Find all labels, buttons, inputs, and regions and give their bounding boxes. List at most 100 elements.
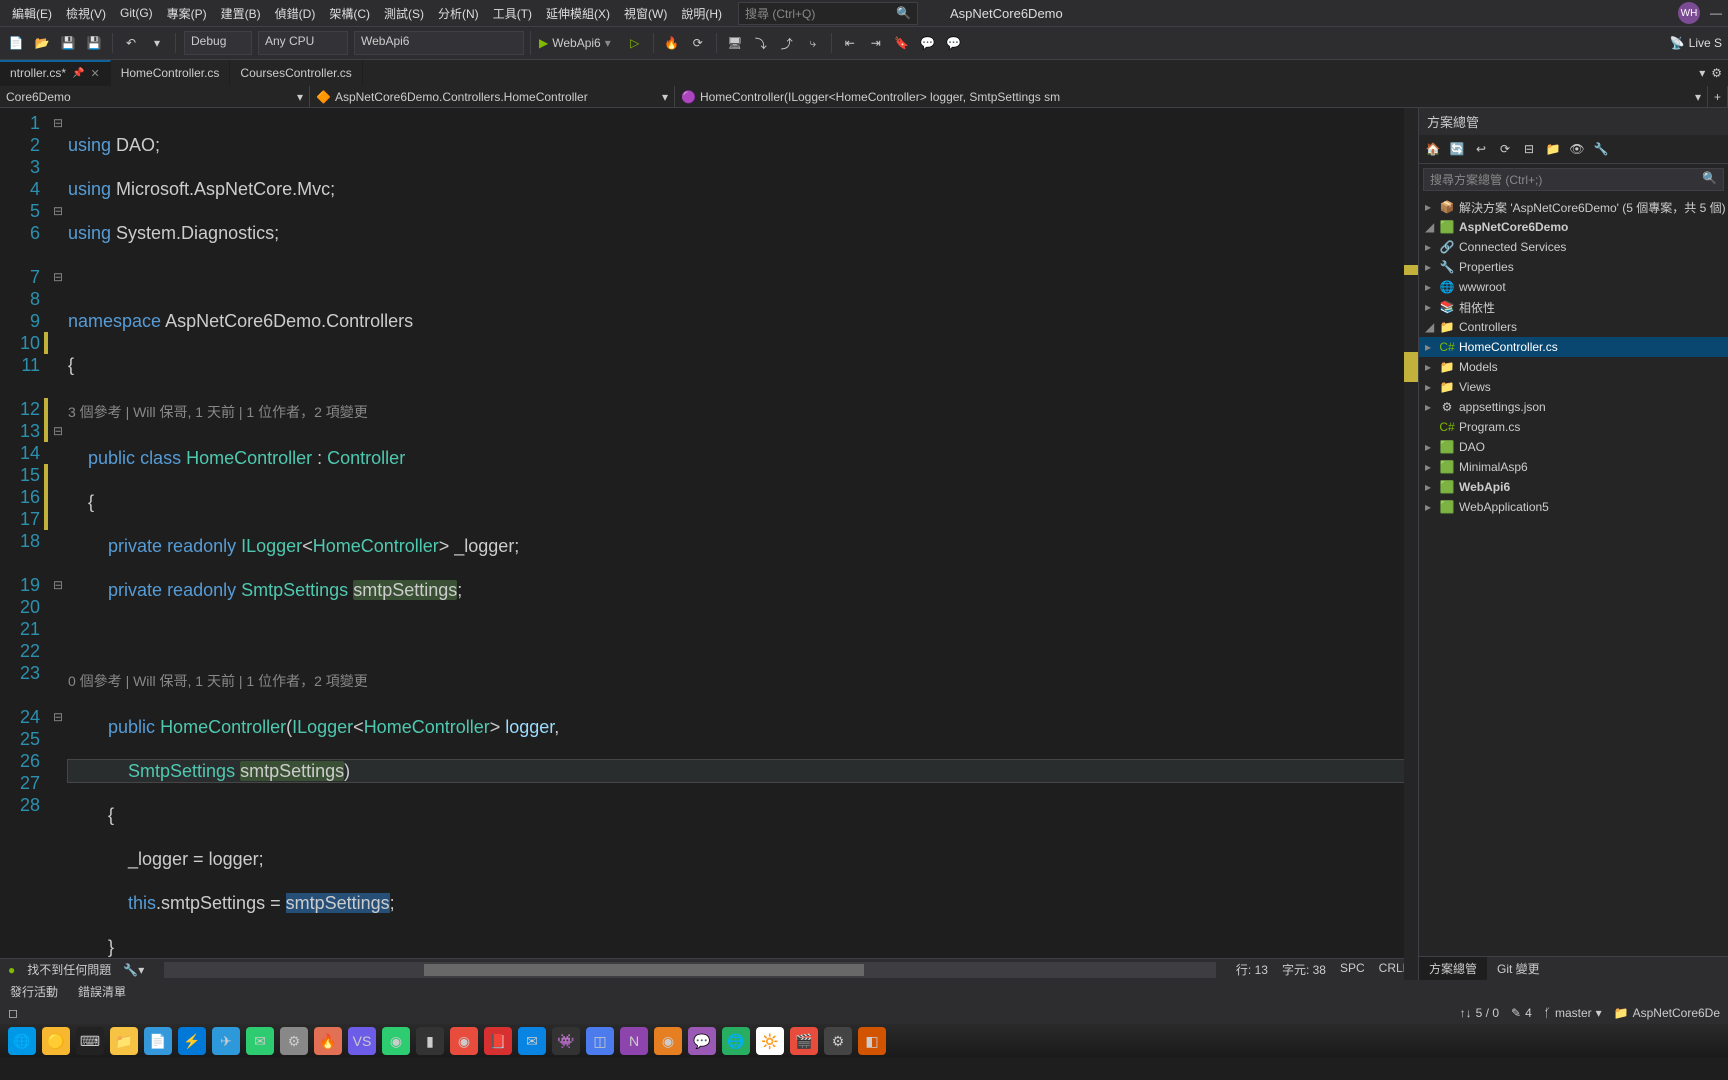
- taskbar-app[interactable]: ◉: [382, 1027, 410, 1055]
- taskbar-app[interactable]: 🔆: [756, 1027, 784, 1055]
- taskbar-app[interactable]: 👾: [552, 1027, 580, 1055]
- run-button[interactable]: ▶WebApi6▾: [530, 31, 619, 55]
- menu-view[interactable]: 檢視(V): [60, 2, 112, 25]
- screwdriver-icon[interactable]: 🔧▾: [123, 963, 144, 977]
- tab-homecontroller[interactable]: HomeController.cs: [111, 60, 231, 86]
- show-all-icon[interactable]: 📁: [1543, 139, 1563, 159]
- taskbar-app[interactable]: 💬: [688, 1027, 716, 1055]
- menu-help[interactable]: 說明(H): [675, 2, 728, 25]
- close-icon[interactable]: ✕: [90, 67, 99, 80]
- horizontal-scrollbar[interactable]: [164, 962, 1216, 978]
- preview-icon[interactable]: 👁: [1567, 139, 1587, 159]
- taskbar-app[interactable]: VS: [348, 1027, 376, 1055]
- comment-icon[interactable]: 💬: [918, 33, 938, 53]
- menu-window[interactable]: 視窗(W): [618, 2, 673, 25]
- nav-add-icon[interactable]: +: [1708, 86, 1728, 107]
- undo-icon[interactable]: ↶: [121, 33, 141, 53]
- bookmark-icon[interactable]: 🔖: [892, 33, 912, 53]
- taskbar-app[interactable]: ✈: [212, 1027, 240, 1055]
- taskbar-app[interactable]: 🌐: [722, 1027, 750, 1055]
- taskbar-app[interactable]: 📁: [110, 1027, 138, 1055]
- config-selector[interactable]: Debug: [184, 31, 252, 55]
- codelens-ctor[interactable]: 0 個參考 | Will 保哥, 1 天前 | 1 位作者，2 項變更: [68, 667, 1418, 694]
- taskbar-app[interactable]: 📄: [144, 1027, 172, 1055]
- outdent-icon[interactable]: ⇤: [840, 33, 860, 53]
- status-changes[interactable]: ✎ 4: [1511, 1006, 1532, 1020]
- back-icon[interactable]: ↩: [1471, 139, 1491, 159]
- taskbar-app[interactable]: N: [620, 1027, 648, 1055]
- solution-search[interactable]: 搜尋方案總管 (Ctrl+;) 🔍: [1423, 168, 1724, 191]
- tab-settings-icon[interactable]: ⚙: [1711, 66, 1722, 80]
- taskbar-app[interactable]: ✉: [246, 1027, 274, 1055]
- taskbar-app[interactable]: ✉: [518, 1027, 546, 1055]
- home-icon[interactable]: 🏠: [1423, 139, 1443, 159]
- code-content[interactable]: using DAO; using Microsoft.AspNetCore.Mv…: [68, 108, 1418, 958]
- menu-build[interactable]: 建置(B): [215, 2, 267, 25]
- taskbar-app[interactable]: ⚡: [178, 1027, 206, 1055]
- taskbar-app[interactable]: 📕: [484, 1027, 512, 1055]
- global-search[interactable]: 搜尋 (Ctrl+Q) 🔍: [738, 2, 918, 25]
- taskbar-app[interactable]: ⚙: [280, 1027, 308, 1055]
- taskbar-app[interactable]: 🎬: [790, 1027, 818, 1055]
- code-editor[interactable]: 123456 7891011 12131415161718 1920212223…: [0, 108, 1418, 958]
- startup-selector[interactable]: WebApi6: [354, 31, 524, 55]
- taskbar-app[interactable]: 🟡: [42, 1027, 70, 1055]
- refresh-icon[interactable]: ⟳: [688, 33, 708, 53]
- menu-edit[interactable]: 編輯(E): [6, 2, 58, 25]
- taskbar-app[interactable]: ◫: [586, 1027, 614, 1055]
- menu-arch[interactable]: 架構(C): [323, 2, 376, 25]
- status-sync[interactable]: ↑↓ 5 / 0: [1460, 1006, 1499, 1020]
- redo-icon[interactable]: ▾: [147, 33, 167, 53]
- panel-tab-solution[interactable]: 方案總管: [1419, 957, 1487, 980]
- hot-reload-icon[interactable]: 🔥: [662, 33, 682, 53]
- panel-tab-git[interactable]: Git 變更: [1487, 957, 1550, 980]
- fold-margin[interactable]: ⊟⊟ ⊟ ⊟ ⊟ ⊟: [48, 108, 68, 958]
- tab-publish[interactable]: 發行活動: [0, 981, 68, 1002]
- taskbar-app[interactable]: 🌐: [8, 1027, 36, 1055]
- status-repo[interactable]: 📁 AspNetCore6De: [1614, 1006, 1720, 1020]
- tab-homecontroller-active[interactable]: ntroller.cs* 📌 ✕: [0, 60, 111, 86]
- open-icon[interactable]: 📂: [32, 33, 52, 53]
- cursor-line[interactable]: 行: 13: [1236, 961, 1268, 978]
- taskbar-app[interactable]: ▮: [416, 1027, 444, 1055]
- new-icon[interactable]: 📄: [6, 33, 26, 53]
- menu-tools[interactable]: 工具(T): [487, 2, 538, 25]
- nav-type[interactable]: 🔶AspNetCore6Demo.Controllers.HomeControl…: [310, 86, 675, 107]
- nav-member[interactable]: 🟣HomeController(ILogger<HomeController> …: [675, 86, 1708, 107]
- properties-icon[interactable]: 🔧: [1591, 139, 1611, 159]
- pin-icon[interactable]: 📌: [72, 68, 84, 79]
- step-over-icon[interactable]: ⤴: [777, 33, 797, 53]
- taskbar-app[interactable]: ◉: [450, 1027, 478, 1055]
- menu-debug[interactable]: 偵錯(D): [269, 2, 322, 25]
- taskbar-app[interactable]: ◉: [654, 1027, 682, 1055]
- user-avatar[interactable]: WH: [1678, 2, 1700, 24]
- status-branch[interactable]: ᚶ master ▾: [1544, 1006, 1602, 1020]
- tab-overflow-icon[interactable]: ▾: [1699, 66, 1705, 80]
- menu-analyze[interactable]: 分析(N): [432, 2, 485, 25]
- collapse-icon[interactable]: ⊟: [1519, 139, 1539, 159]
- step-out-icon[interactable]: ⤷: [803, 33, 823, 53]
- sync-icon[interactable]: 🔄: [1447, 139, 1467, 159]
- indent-icon[interactable]: ⇥: [866, 33, 886, 53]
- step-into-icon[interactable]: ⤵: [751, 33, 771, 53]
- issues-text[interactable]: 找不到任何問題: [27, 961, 111, 978]
- taskbar-app[interactable]: ⌨: [76, 1027, 104, 1055]
- browser-link-icon[interactable]: 🖥: [725, 33, 745, 53]
- platform-selector[interactable]: Any CPU: [258, 31, 348, 55]
- refresh-icon[interactable]: ⟳: [1495, 139, 1515, 159]
- menu-git[interactable]: Git(G): [114, 3, 159, 23]
- menu-ext[interactable]: 延伸模組(X): [540, 2, 616, 25]
- minimize-button[interactable]: —: [1710, 6, 1722, 20]
- tab-errorlist[interactable]: 錯誤清單: [68, 981, 136, 1002]
- codelens-class[interactable]: 3 個參考 | Will 保哥, 1 天前 | 1 位作者，2 項變更: [68, 398, 1418, 425]
- solution-tree[interactable]: ▸📦解決方案 'AspNetCore6Demo' (5 個專案，共 5 個) ◢…: [1419, 195, 1728, 956]
- save-all-icon[interactable]: 💾: [84, 33, 104, 53]
- taskbar-app[interactable]: ⚙: [824, 1027, 852, 1055]
- uncomment-icon[interactable]: 💬: [944, 33, 964, 53]
- taskbar-app[interactable]: 🔥: [314, 1027, 342, 1055]
- save-icon[interactable]: 💾: [58, 33, 78, 53]
- cursor-col[interactable]: 字元: 38: [1282, 961, 1326, 978]
- editor-scrollbar[interactable]: [1404, 108, 1418, 980]
- nav-project[interactable]: Core6Demo▾: [0, 86, 310, 107]
- issues-icon[interactable]: ●: [8, 963, 15, 977]
